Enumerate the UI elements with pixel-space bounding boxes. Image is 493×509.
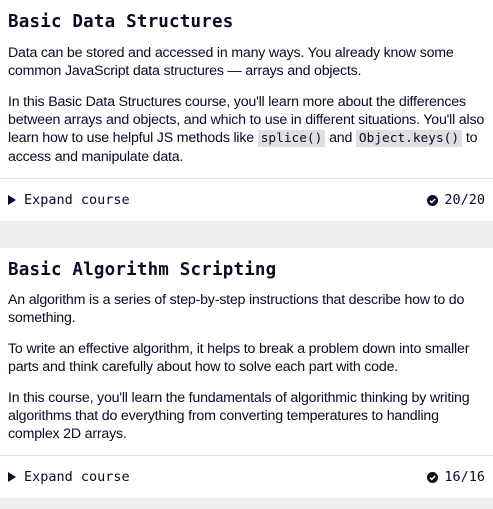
course-card-basic-data-structures: Basic Data Structures Data can be stored… [0, 0, 493, 221]
expand-course-label: Expand course [24, 192, 130, 208]
course-progress: 16/16 [427, 469, 485, 485]
code-snippet: Object.keys() [355, 130, 463, 147]
course-card-basic-algorithm-scripting: Basic Algorithm Scripting An algorithm i… [0, 248, 493, 498]
expand-course-button[interactable]: Expand course [8, 192, 130, 208]
check-circle-icon [427, 471, 439, 483]
progress-count: 16/16 [444, 469, 485, 485]
section-gap [0, 221, 493, 248]
course-title: Basic Data Structures [8, 12, 234, 32]
description-paragraph: An algorithm is a series of step-by-step… [8, 292, 465, 326]
course-description: An algorithm is a series of step-by-step… [8, 291, 485, 443]
code-snippet: splice() [257, 130, 326, 147]
expand-course-button[interactable]: Expand course [8, 469, 130, 485]
text-segment: and [329, 130, 353, 146]
course-description: Data can be stored and accessed in many … [8, 44, 485, 166]
description-paragraph: In this Basic Data Structures course, yo… [8, 93, 485, 166]
description-paragraph: In this course, you'll learn the fundame… [8, 390, 470, 442]
course-progress: 20/20 [427, 192, 485, 208]
course-footer: Expand course 20/20 [0, 179, 493, 221]
progress-count: 20/20 [444, 192, 485, 208]
check-circle-icon [427, 194, 439, 206]
description-paragraph: To write an effective algorithm, it help… [8, 341, 470, 375]
course-footer: Expand course 16/16 [0, 456, 493, 498]
expand-course-label: Expand course [24, 469, 130, 485]
course-title: Basic Algorithm Scripting [8, 260, 277, 280]
triangle-right-icon [8, 195, 16, 205]
triangle-right-icon [8, 472, 16, 482]
description-paragraph: Data can be stored and accessed in many … [8, 45, 454, 79]
